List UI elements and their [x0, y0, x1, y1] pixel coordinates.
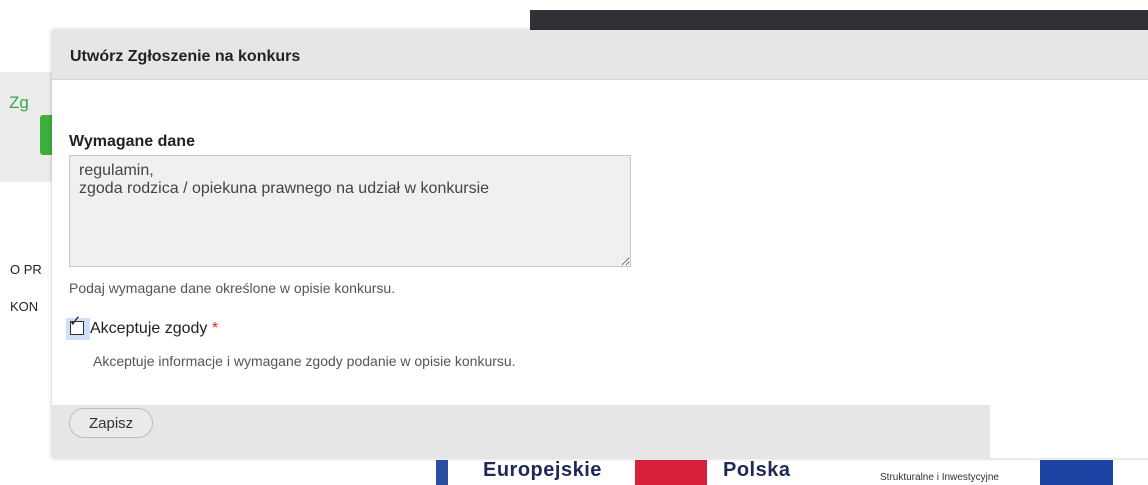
- logo-text-europejskie: Europejskie: [483, 459, 602, 481]
- dialog-header: Utwórz Zgłoszenie na konkurs: [52, 30, 1148, 80]
- consent-label[interactable]: Akceptuje zgody *: [90, 320, 218, 338]
- consent-description: Akceptuje informacje i wymagane zgody po…: [93, 353, 516, 369]
- poland-flag-logo-icon: [635, 460, 707, 485]
- required-mark: *: [211, 320, 219, 337]
- required-data-label: Wymagane dane: [69, 133, 195, 150]
- required-data-description: Podaj wymagane dane określone w opisie k…: [69, 280, 396, 296]
- logo-text-polska: Polska: [723, 459, 791, 481]
- create-application-dialog: Utwórz Zgłoszenie na konkurs Wymagane da…: [52, 30, 1148, 458]
- background-heading: Zg: [9, 93, 29, 112]
- consent-label-text: Akceptuje zgody: [90, 320, 208, 337]
- required-data-textarea[interactable]: regulamin, zgoda rodzica / opiekuna praw…: [69, 155, 631, 267]
- footer-link-contact[interactable]: KON: [10, 299, 38, 314]
- footer-link-about[interactable]: O PR: [10, 262, 42, 277]
- dialog-action-bar: Zapisz: [52, 405, 990, 458]
- eu-funds-logo-icon: [436, 460, 448, 485]
- dialog-title: Utwórz Zgłoszenie na konkurs: [70, 48, 301, 65]
- logo-text-funds: Strukturalne i Inwestycyjne: [880, 472, 999, 483]
- save-button[interactable]: Zapisz: [69, 408, 154, 438]
- eu-flag-logo-icon: [1040, 460, 1113, 485]
- checkmark-icon: ✓: [69, 313, 82, 330]
